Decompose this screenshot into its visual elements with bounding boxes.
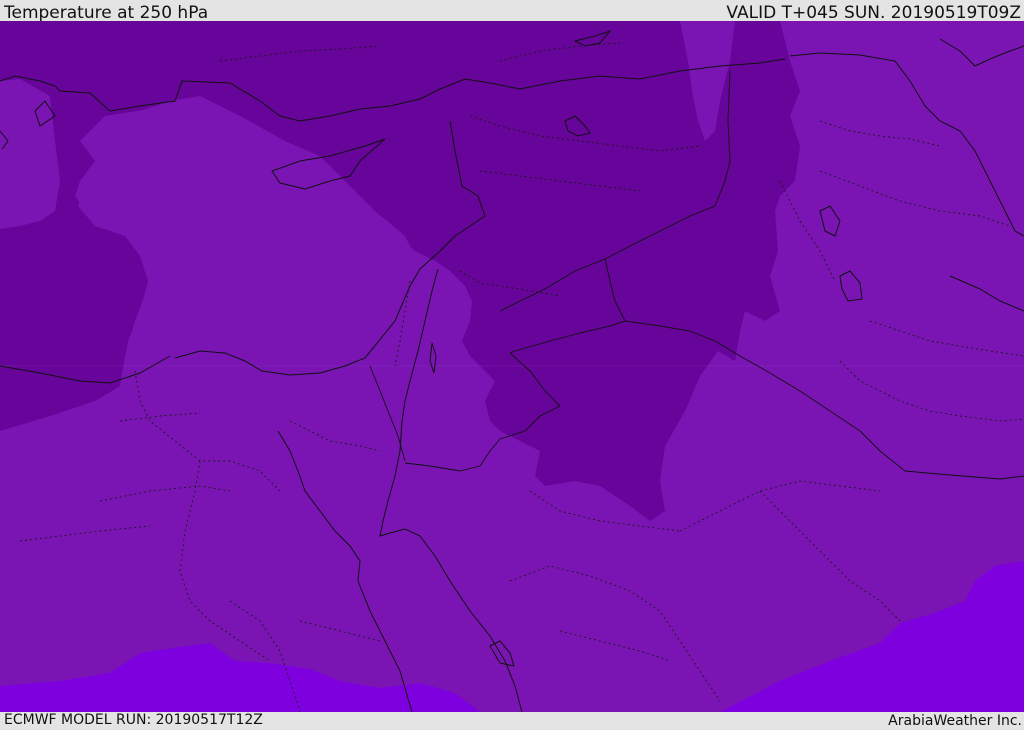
model-run-label: ECMWF MODEL RUN: 20190517T12Z [4, 712, 263, 728]
credit-label: ArabiaWeather Inc. [888, 713, 1022, 729]
weather-map[interactable] [0, 21, 1024, 712]
header-bar: Temperature at 250 hPa VALID T+045 SUN. … [0, 0, 1024, 23]
map-canvas [0, 21, 1024, 712]
footer-bar: ECMWF MODEL RUN: 20190517T12Z ArabiaWeat… [0, 712, 1024, 729]
